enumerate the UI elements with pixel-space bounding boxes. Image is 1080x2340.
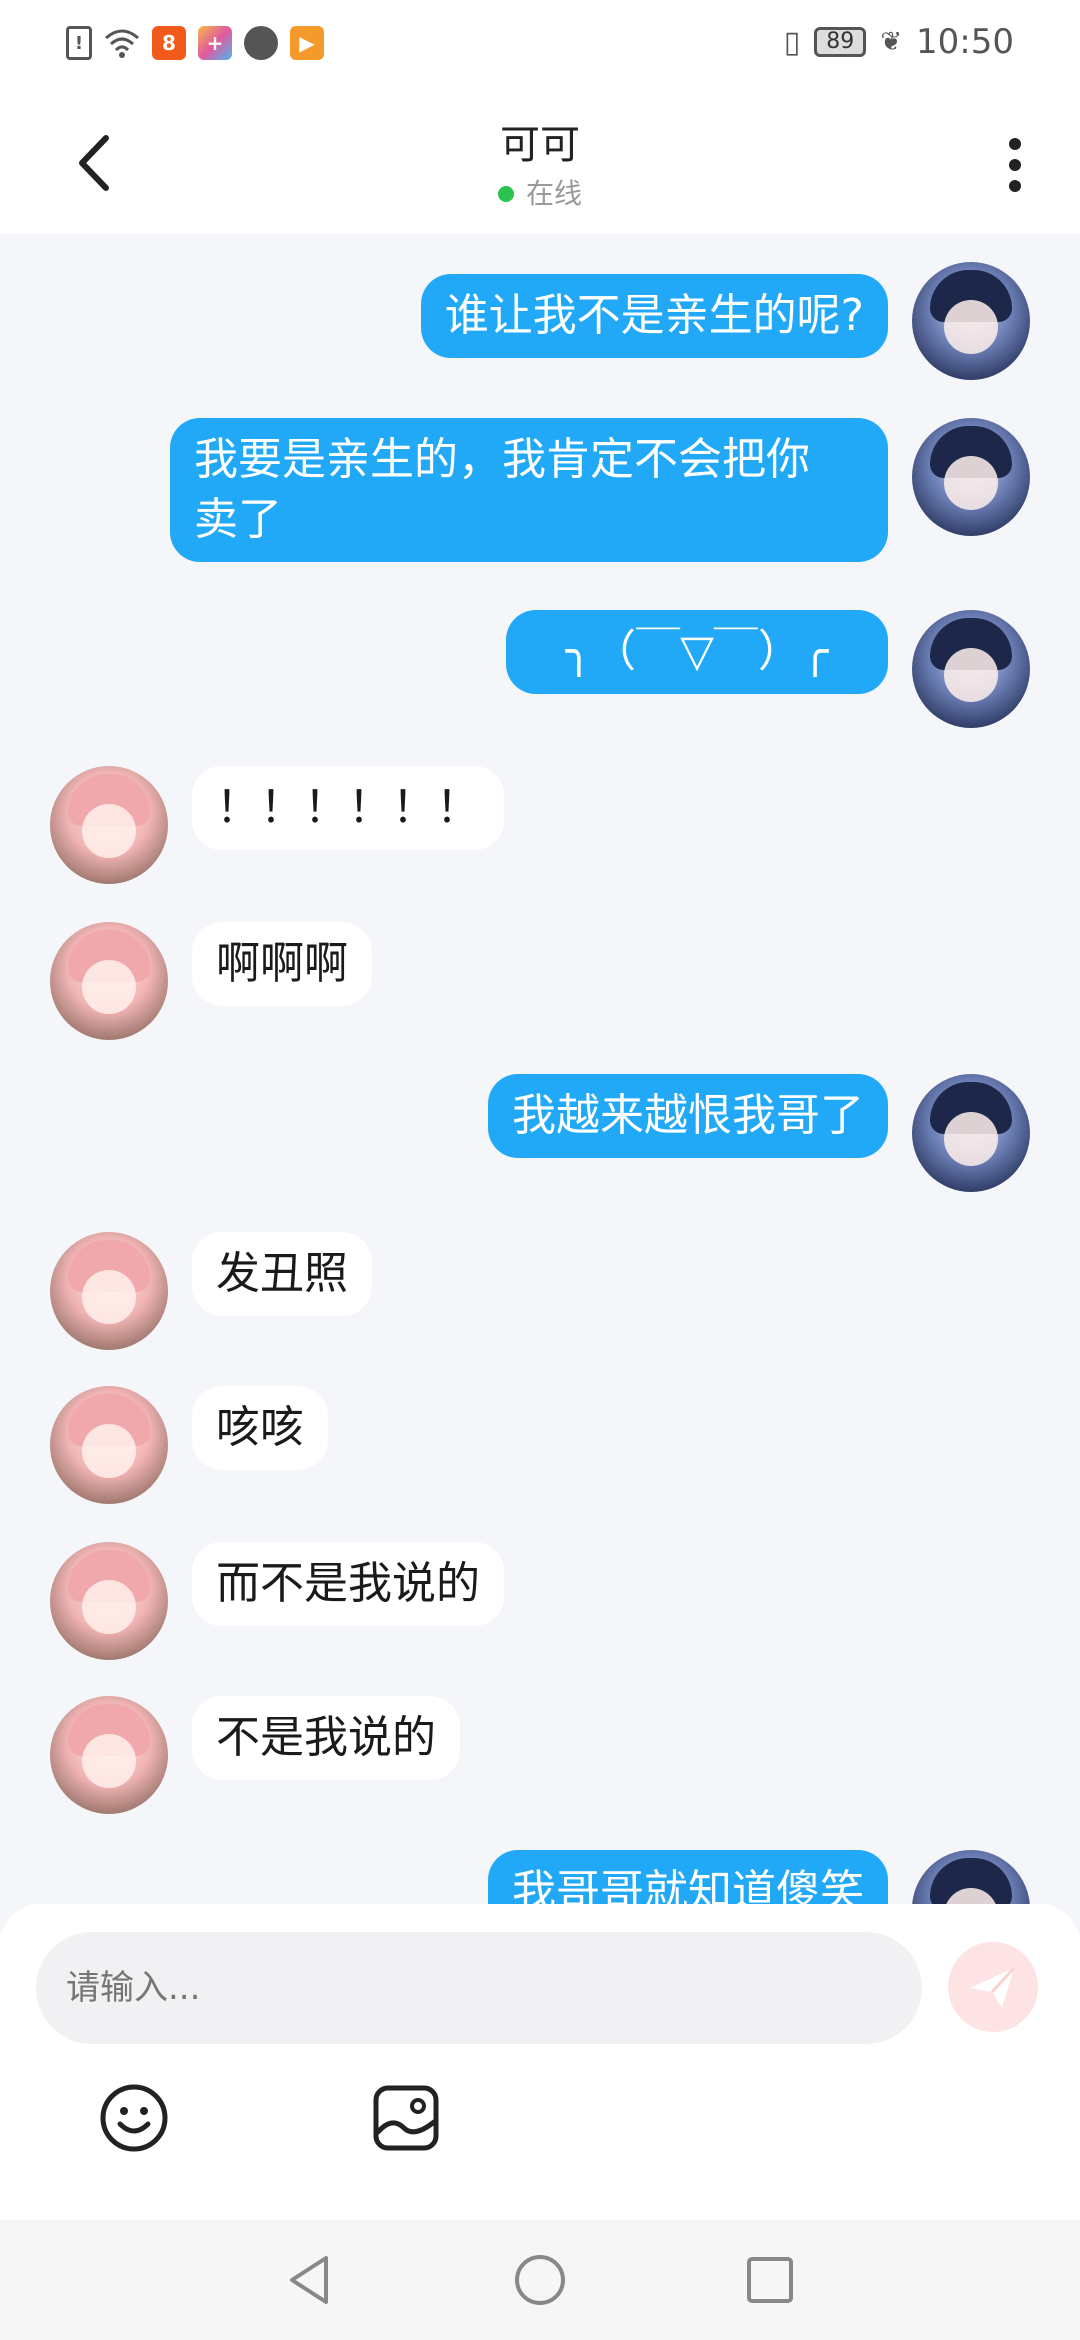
clock: 10:50 <box>916 22 1014 62</box>
chat-header: 可可 在线 <box>0 92 1080 234</box>
system-status: ▯ 89 ❦ 10:50 <box>784 22 1014 62</box>
message-bubble[interactable]: 不是我说的 <box>192 1696 460 1780</box>
video-app-icon: ▶ <box>290 26 324 60</box>
vibrate-icon: ▯ <box>783 24 801 60</box>
leaf-icon: ❦ <box>880 27 903 57</box>
image-icon <box>373 2085 439 2151</box>
image-button[interactable] <box>370 2082 442 2154</box>
triangle-back-icon <box>290 2256 328 2304</box>
message-input[interactable] <box>36 1932 922 2044</box>
smiley-icon <box>100 2084 168 2152</box>
message-bubble[interactable]: 啊啊啊 <box>192 922 372 1006</box>
self-avatar[interactable] <box>912 1074 1030 1192</box>
nav-recent-button[interactable] <box>740 2250 800 2310</box>
app-notification-icon: + <box>198 26 232 60</box>
self-avatar[interactable] <box>912 262 1030 380</box>
square-recent-icon <box>747 2257 793 2303</box>
self-avatar[interactable] <box>912 418 1030 536</box>
contact-avatar[interactable] <box>50 1386 168 1504</box>
nav-back-button[interactable] <box>280 2250 340 2310</box>
contact-avatar[interactable] <box>50 1542 168 1660</box>
wifi-icon <box>105 29 139 58</box>
message-bubble[interactable]: ！！！！！！ <box>192 766 504 850</box>
message-bubble[interactable]: ╮（￣▽￣）╭ <box>506 610 888 694</box>
message-bubble[interactable]: 发丑照 <box>192 1232 372 1316</box>
contact-name: 可可 <box>500 122 580 168</box>
circle-home-icon <box>515 2255 565 2305</box>
more-options-button[interactable] <box>1000 132 1030 198</box>
battery-indicator: 89 <box>814 27 867 57</box>
self-avatar[interactable] <box>912 1850 1030 1904</box>
message-bubble[interactable]: 我要是亲生的，我肯定不会把你 卖了 <box>170 418 888 562</box>
composer <box>0 1904 1080 2220</box>
message-bubble[interactable]: 我越来越恨我哥了 <box>488 1074 888 1158</box>
status-bar: ! 8 + ▶ ▯ 89 ❦ 10:50 <box>0 0 1080 92</box>
online-status-label: 在线 <box>525 177 582 210</box>
app-notification-icon <box>244 26 278 60</box>
message-bubble[interactable]: 而不是我说的 <box>192 1542 504 1626</box>
send-plane-icon <box>970 1966 1016 2008</box>
online-status: 在线 <box>0 172 1080 212</box>
emoji-button[interactable] <box>98 2082 170 2154</box>
app-notification-icon: 8 <box>152 26 186 60</box>
system-navigation-bar <box>0 2220 1080 2340</box>
message-bubble[interactable]: 咳咳 <box>192 1386 328 1470</box>
message-bubble[interactable]: 我哥哥就知道傻笑 <box>488 1850 888 1904</box>
contact-avatar[interactable] <box>50 1232 168 1350</box>
contact-avatar[interactable] <box>50 922 168 1040</box>
notification-icons: ! 8 + ▶ <box>66 26 324 60</box>
send-button[interactable] <box>948 1942 1038 2032</box>
contact-avatar[interactable] <box>50 1696 168 1814</box>
message-bubble[interactable]: 谁让我不是亲生的呢? <box>420 274 888 358</box>
more-vertical-icon <box>1000 138 1030 192</box>
contact-avatar[interactable] <box>50 766 168 884</box>
sim-alert-icon: ! <box>66 26 92 60</box>
online-dot-icon <box>497 186 514 202</box>
nav-home-button[interactable] <box>510 2250 570 2310</box>
self-avatar[interactable] <box>912 610 1030 728</box>
message-list[interactable]: 谁让我不是亲生的呢? 我要是亲生的，我肯定不会把你 卖了 ╮（￣▽￣）╭ ！！！… <box>0 234 1080 1904</box>
